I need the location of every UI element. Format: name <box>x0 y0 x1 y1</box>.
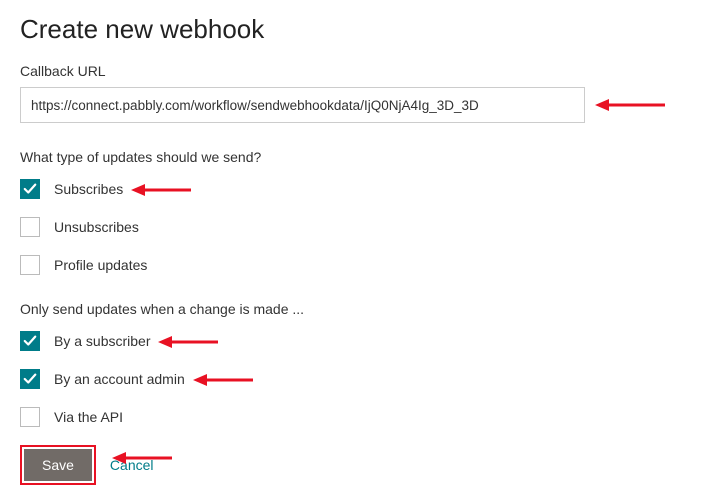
checkbox-via-api-label: Via the API <box>54 409 123 425</box>
checkbox-profile-updates[interactable] <box>20 255 40 275</box>
save-highlight-box: Save <box>20 445 96 485</box>
checkbox-unsubscribes-label: Unsubscribes <box>54 219 139 235</box>
checkbox-by-subscriber[interactable] <box>20 331 40 351</box>
callback-url-input[interactable] <box>20 87 585 123</box>
checkbox-subscribes-label: Subscribes <box>54 181 123 197</box>
checkbox-subscribes[interactable] <box>20 179 40 199</box>
annotation-arrow <box>595 98 665 112</box>
checkbox-by-admin-label: By an account admin <box>54 371 185 387</box>
checkbox-via-api[interactable] <box>20 407 40 427</box>
save-button[interactable]: Save <box>24 449 92 481</box>
change-question: Only send updates when a change is made … <box>20 301 706 317</box>
checkbox-by-admin-row: By an account admin <box>20 369 706 389</box>
callback-url-label: Callback URL <box>20 63 706 79</box>
checkbox-profile-updates-row: Profile updates <box>20 255 706 275</box>
checkbox-by-subscriber-label: By a subscriber <box>54 333 150 349</box>
checkbox-via-api-row: Via the API <box>20 407 706 427</box>
checkbox-subscribes-row: Subscribes <box>20 179 706 199</box>
updates-question: What type of updates should we send? <box>20 149 706 165</box>
checkbox-by-subscriber-row: By a subscriber <box>20 331 706 351</box>
page-title: Create new webhook <box>20 14 706 45</box>
checkbox-profile-updates-label: Profile updates <box>54 257 147 273</box>
checkbox-unsubscribes-row: Unsubscribes <box>20 217 706 237</box>
annotation-arrow <box>193 373 253 387</box>
cancel-link[interactable]: Cancel <box>110 457 154 473</box>
checkbox-unsubscribes[interactable] <box>20 217 40 237</box>
annotation-arrow <box>158 335 218 349</box>
annotation-arrow <box>131 183 191 197</box>
checkbox-by-admin[interactable] <box>20 369 40 389</box>
